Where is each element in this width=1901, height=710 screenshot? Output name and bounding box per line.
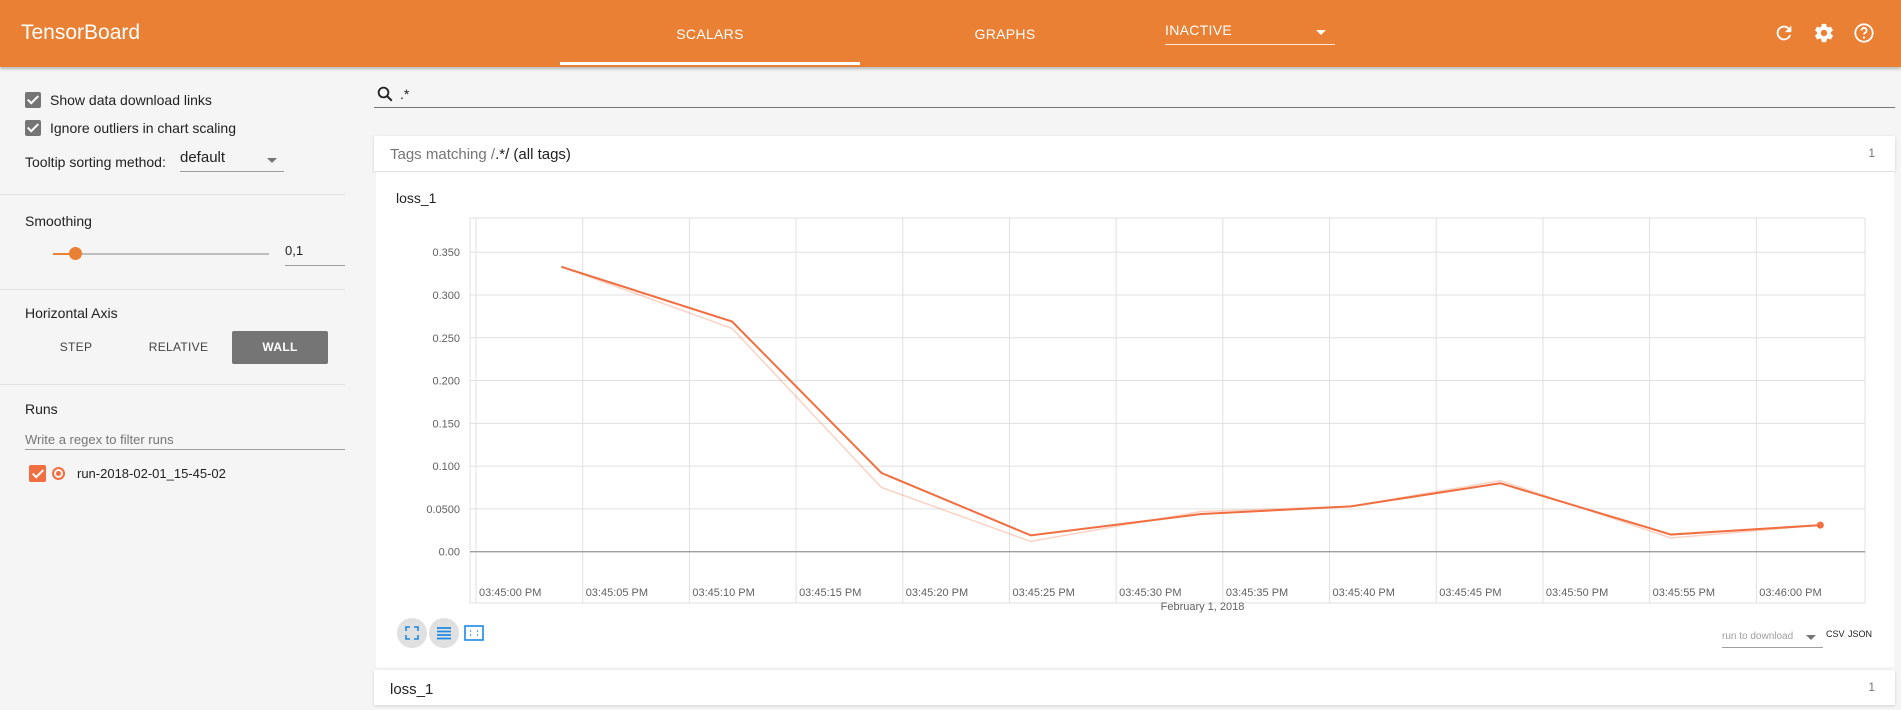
inactive-dropdown-label: INACTIVE	[1165, 22, 1232, 38]
run-download-placeholder: run to download	[1722, 631, 1794, 642]
axis-step-button[interactable]: STEP	[36, 331, 116, 364]
json-download-link[interactable]: JSON	[1848, 629, 1872, 639]
csv-download-link[interactable]: CSV	[1826, 629, 1845, 639]
chevron-down-icon	[267, 158, 277, 163]
smoothing-input[interactable]: 0,1	[285, 243, 345, 266]
y-tick-label: 0.350	[432, 247, 460, 259]
y-tick-label: 0.250	[432, 333, 460, 345]
run-name: run-2018-02-01_15-45-02	[77, 466, 226, 481]
tag-group-prefix: Tags matching /	[390, 146, 496, 163]
plot-area	[469, 217, 1866, 604]
axis-wall-button[interactable]: WALL	[232, 331, 328, 364]
run-checkbox[interactable]	[29, 465, 46, 482]
inactive-plugins-dropdown[interactable]: INACTIVE	[1165, 22, 1335, 45]
help-icon[interactable]	[1853, 22, 1875, 44]
axis-relative-button[interactable]: RELATIVE	[131, 331, 226, 364]
run-download-select[interactable]: run to download	[1722, 626, 1823, 648]
fit-domain-button[interactable]	[463, 622, 485, 644]
y-tick-label: 0.0500	[426, 504, 460, 516]
divider	[0, 384, 345, 385]
tag-group-count: 1	[1868, 146, 1875, 160]
show-download-links-label: Show data download links	[50, 92, 212, 108]
chevron-down-icon	[1806, 635, 1816, 640]
loss-chart[interactable]: 03:45:00 PM 03:45:05 PM 03:45:10 PM 03:45:1…	[376, 200, 1894, 620]
x-tick-label: 03:45:35 PM	[1226, 587, 1288, 599]
y-tick-label: 0.100	[432, 461, 460, 473]
tag-group-title: loss_1	[390, 681, 434, 698]
raw-series-line	[561, 266, 1821, 543]
tag-group-header[interactable]: Tags matching /.*/ (all tags) 1	[374, 136, 1895, 171]
checkbox-checked-icon[interactable]	[25, 120, 41, 136]
log-scale-toggle-button[interactable]	[429, 618, 459, 648]
x-tick-label: 03:45:45 PM	[1439, 587, 1501, 599]
tooltip-sorting-label: Tooltip sorting method:	[25, 154, 166, 170]
x-tick-label: 03:46:00 PM	[1759, 587, 1821, 599]
divider	[0, 289, 345, 290]
smoothing-slider-handle[interactable]	[68, 247, 82, 260]
gear-icon[interactable]	[1813, 22, 1835, 44]
chevron-down-icon	[1316, 30, 1326, 35]
tag-group-regex: .*	[495, 146, 506, 163]
y-tick-label: 0.300	[432, 290, 460, 302]
x-axis-label: February 1, 2018	[1161, 601, 1245, 613]
tooltip-sorting-value: default	[180, 149, 226, 166]
x-tick-label: 03:45:15 PM	[799, 587, 861, 599]
smoothed-series-line	[561, 265, 1821, 537]
tag-group-suffix: / (all tags)	[505, 146, 571, 163]
refresh-icon[interactable]	[1773, 22, 1795, 44]
x-tick-label: 03:45:50 PM	[1546, 587, 1608, 599]
search-value: .*	[400, 86, 410, 102]
search-icon	[377, 86, 393, 102]
divider	[0, 194, 345, 195]
tab-graphs[interactable]: GRAPHS	[860, 0, 1150, 64]
ignore-outliers-label: Ignore outliers in chart scaling	[50, 120, 236, 136]
y-tick-label: 0.200	[432, 376, 460, 388]
runs-title: Runs	[25, 401, 58, 417]
smoothing-slider[interactable]	[53, 247, 269, 260]
app-title: TensorBoard	[21, 21, 141, 44]
smoothing-value: 0,1	[285, 243, 304, 258]
tag-group-header-loss[interactable]: loss_1 1	[374, 670, 1895, 705]
sidebar: Show data download links Ignore outliers…	[0, 67, 345, 710]
x-tick-label: 03:45:55 PM	[1653, 587, 1715, 599]
x-tick-label: 03:45:25 PM	[1012, 587, 1074, 599]
run-radio-button[interactable]	[52, 467, 65, 480]
x-tick-label: 03:45:20 PM	[906, 587, 968, 599]
last-point-marker	[1816, 521, 1824, 529]
show-download-links-checkbox[interactable]: Show data download links	[25, 90, 212, 110]
checkbox-checked-icon[interactable]	[25, 92, 41, 108]
x-tick-label: 03:45:00 PM	[479, 587, 541, 599]
tab-scalars[interactable]: SCALARS	[560, 0, 860, 65]
ignore-outliers-checkbox[interactable]: Ignore outliers in chart scaling	[25, 118, 236, 138]
tag-group-count: 1	[1868, 680, 1875, 694]
x-tick-label: 03:45:40 PM	[1333, 587, 1395, 599]
tag-filter-search[interactable]: .*	[374, 82, 1895, 108]
horizontal-axis-title: Horizontal Axis	[25, 305, 118, 321]
x-tick-label: 03:45:30 PM	[1119, 587, 1181, 599]
smoothing-title: Smoothing	[25, 213, 92, 229]
x-tick-label: 03:45:10 PM	[692, 587, 754, 599]
run-item[interactable]: run-2018-02-01_15-45-02	[29, 465, 226, 482]
y-tick-label: 0.00	[439, 547, 460, 559]
x-tick-label: 03:45:05 PM	[586, 587, 648, 599]
y-tick-label: 0.150	[432, 418, 460, 430]
fullscreen-button[interactable]	[397, 618, 427, 648]
list-icon	[437, 627, 451, 640]
runs-filter-input[interactable]	[25, 429, 345, 450]
tooltip-sorting-select[interactable]: default	[180, 149, 284, 172]
top-toolbar: TensorBoard SCALARS GRAPHS INACTIVE	[0, 0, 1901, 67]
fit-to-data-icon	[464, 625, 484, 641]
fullscreen-icon	[405, 626, 419, 640]
